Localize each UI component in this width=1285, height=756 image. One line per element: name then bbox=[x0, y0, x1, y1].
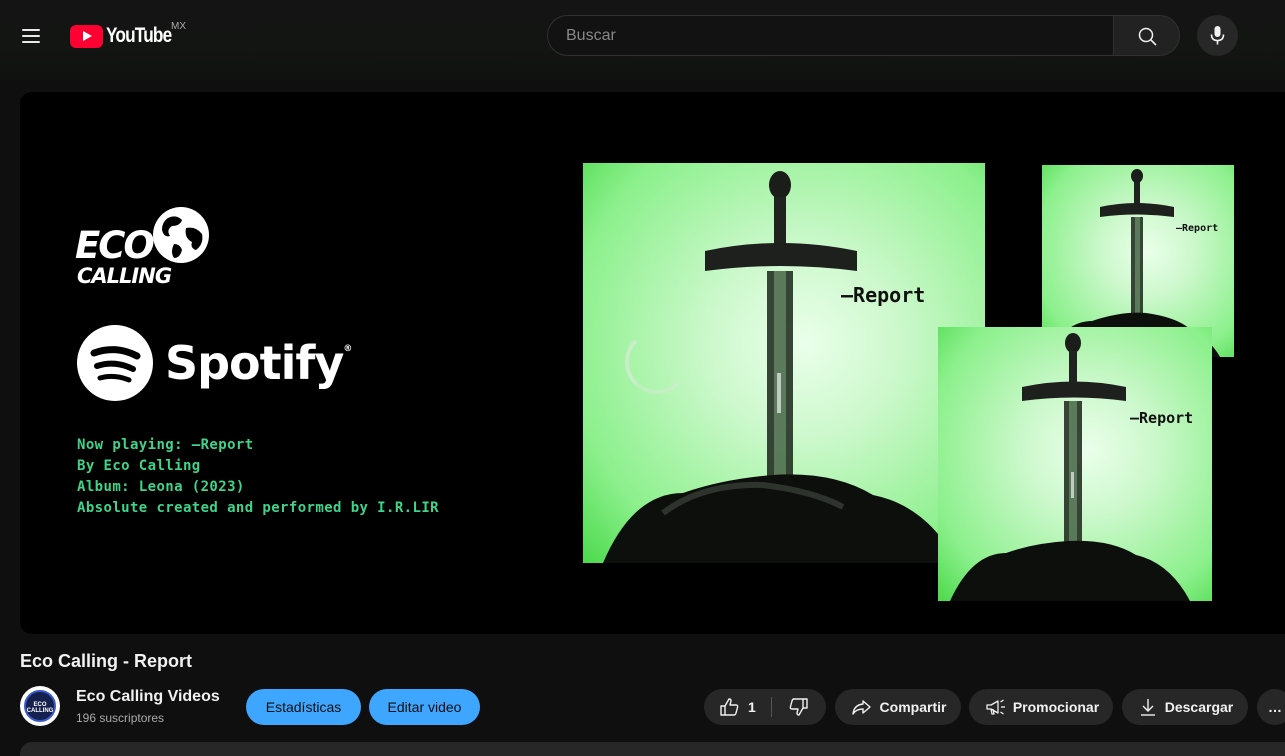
more-actions-button[interactable]: … bbox=[1257, 689, 1285, 725]
subscriber-count: 196 suscriptores bbox=[76, 711, 165, 725]
youtube-logo-icon bbox=[70, 24, 103, 48]
album-artwork-medium: —Report bbox=[938, 327, 1212, 601]
country-code: MX bbox=[171, 21, 186, 32]
download-label: Descargar bbox=[1164, 699, 1234, 715]
edit-video-label: Editar video bbox=[387, 699, 462, 715]
logo-text: YouTube bbox=[106, 24, 172, 47]
search-input[interactable] bbox=[548, 16, 1114, 55]
download-button[interactable]: Descargar bbox=[1122, 689, 1248, 725]
like-count: 1 bbox=[748, 699, 756, 715]
like-dislike-group: 1 bbox=[704, 689, 826, 725]
eco-logo-word: ECO bbox=[75, 224, 155, 267]
megaphone-icon bbox=[986, 699, 1005, 715]
thumbs-down-icon bbox=[789, 698, 808, 716]
dislike-button[interactable] bbox=[772, 689, 826, 725]
globe-icon bbox=[153, 207, 209, 263]
share-label: Compartir bbox=[879, 699, 947, 715]
edit-video-button[interactable]: Editar video bbox=[369, 689, 480, 725]
avatar-text: ECO CALLING bbox=[26, 702, 54, 714]
microphone-icon bbox=[1210, 26, 1225, 45]
now-playing-info: Now playing: —Report By Eco Calling Albu… bbox=[77, 435, 439, 519]
description-panel[interactable] bbox=[20, 742, 1285, 756]
thumbs-up-icon bbox=[720, 698, 739, 716]
channel-avatar[interactable]: ECO CALLING bbox=[20, 686, 60, 726]
video-title: Eco Calling - Report bbox=[20, 651, 193, 671]
youtube-logo[interactable]: YouTube bbox=[70, 24, 186, 48]
search-icon bbox=[1138, 27, 1157, 46]
top-bar: YouTube MX bbox=[0, 0, 1285, 80]
like-button[interactable]: 1 bbox=[704, 689, 770, 725]
voice-search-button[interactable] bbox=[1197, 15, 1238, 56]
stats-button-label: Estadísticas bbox=[265, 699, 342, 715]
now-playing-line: Now playing: —Report bbox=[77, 437, 254, 453]
artwork-label: —Report bbox=[841, 283, 926, 307]
promote-button[interactable]: Promocionar bbox=[969, 689, 1113, 725]
spotify-logo: Spotify® bbox=[77, 324, 352, 402]
artwork-label: —Report bbox=[1130, 409, 1194, 427]
share-icon bbox=[851, 700, 871, 715]
album-line: Album: Leona (2023) bbox=[77, 479, 245, 495]
credits-line: Absolute created and performed by I.R.LI… bbox=[77, 500, 439, 516]
stats-button[interactable]: Estadísticas bbox=[246, 689, 361, 725]
search-box bbox=[547, 15, 1114, 56]
video-player[interactable]: ECO CALLING Spotify® Now playing: —Repor… bbox=[20, 92, 1285, 634]
loading-spinner-icon bbox=[625, 330, 689, 394]
calling-logo-word: CALLING bbox=[77, 264, 172, 288]
spotify-icon bbox=[77, 325, 153, 401]
share-button[interactable]: Compartir bbox=[835, 689, 961, 725]
sword-in-stone-image bbox=[950, 333, 1190, 601]
artwork-label: —Report bbox=[1176, 223, 1219, 234]
promote-label: Promocionar bbox=[1012, 699, 1100, 715]
hamburger-menu-icon[interactable] bbox=[20, 24, 44, 48]
more-actions-icon: … bbox=[1268, 699, 1282, 715]
eco-calling-logo: ECO CALLING bbox=[75, 204, 215, 304]
artist-line: By Eco Calling bbox=[77, 458, 201, 474]
search-button[interactable] bbox=[1113, 15, 1180, 56]
spotify-wordmark: Spotify® bbox=[165, 336, 352, 390]
download-icon bbox=[1140, 699, 1155, 716]
channel-name[interactable]: Eco Calling Videos bbox=[76, 688, 220, 706]
